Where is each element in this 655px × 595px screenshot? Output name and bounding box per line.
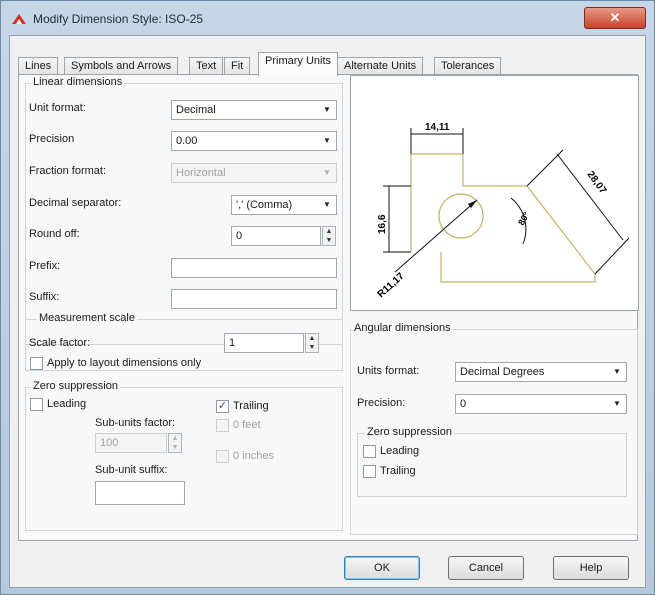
round-off-label: Round off: bbox=[29, 228, 80, 240]
unit-format-dropdown[interactable]: Decimal ▼ bbox=[171, 100, 337, 120]
units-format-label: Units format: bbox=[357, 365, 420, 377]
linear-dimensions-title: Linear dimensions bbox=[31, 76, 125, 88]
tab-lines[interactable]: Lines bbox=[18, 57, 59, 75]
spin-up-icon: ▲ bbox=[171, 435, 179, 442]
spin-down-icon: ▼ bbox=[171, 444, 179, 451]
angular-dimensions-title: Angular dimensions bbox=[352, 322, 453, 334]
zero-feet-checkbox[interactable] bbox=[216, 419, 229, 432]
help-button[interactable]: Help bbox=[553, 556, 629, 580]
units-format-dropdown[interactable]: Decimal Degrees ▼ bbox=[455, 362, 627, 382]
round-off-spinner[interactable]: ▲ ▼ bbox=[322, 226, 336, 246]
ext-line-right-bottom bbox=[594, 237, 630, 275]
chevron-down-icon: ▼ bbox=[323, 200, 331, 209]
spin-up-icon: ▲ bbox=[325, 228, 333, 235]
fraction-format-value: Horizontal bbox=[176, 167, 226, 179]
zero-suppression-title: Zero suppression bbox=[31, 380, 120, 392]
chevron-down-icon: ▼ bbox=[613, 367, 621, 376]
sub-unit-suffix-label: Sub-unit suffix: bbox=[95, 464, 168, 476]
dim-line-right bbox=[556, 153, 624, 241]
angular-trailing-checkbox[interactable] bbox=[363, 465, 376, 478]
dim-text-angle: 80° bbox=[516, 210, 532, 227]
angular-precision-value: 0 bbox=[460, 398, 467, 410]
zero-inches-label: 0 inches bbox=[233, 450, 274, 462]
dim-text-top: 14,11 bbox=[425, 122, 450, 133]
suffix-label: Suffix: bbox=[29, 291, 60, 303]
zero-feet-label: 0 feet bbox=[233, 419, 261, 431]
unit-format-value: Decimal bbox=[176, 104, 216, 116]
fraction-format-label: Fraction format: bbox=[29, 165, 107, 177]
angular-zero-suppression-title: Zero suppression bbox=[365, 426, 454, 438]
check-icon: ✓ bbox=[217, 400, 228, 412]
trailing-checkbox[interactable]: ✓ bbox=[216, 400, 229, 413]
tab-fit[interactable]: Fit bbox=[224, 57, 251, 75]
suffix-input[interactable] bbox=[171, 289, 337, 309]
radius-leader bbox=[394, 199, 478, 273]
angular-trailing-label: Trailing bbox=[380, 465, 416, 477]
leading-label: Leading bbox=[47, 398, 87, 410]
decimal-separator-value: ',' (Comma) bbox=[236, 199, 293, 211]
precision-dropdown[interactable]: 0.00 ▼ bbox=[171, 131, 337, 151]
tab-tolerances[interactable]: Tolerances bbox=[434, 57, 502, 75]
ok-button[interactable]: OK bbox=[344, 556, 420, 580]
leading-checkbox[interactable] bbox=[30, 398, 43, 411]
spin-down-icon: ▼ bbox=[308, 344, 316, 351]
angular-precision-label: Precision: bbox=[357, 397, 406, 409]
dim-text-right: 28,07 bbox=[585, 169, 609, 196]
preview-drawing: 14,11 16,6 28,07 80° R11,17 bbox=[376, 122, 630, 301]
tab-text[interactable]: Text bbox=[189, 57, 224, 75]
scale-factor-label: Scale factor: bbox=[29, 337, 91, 349]
prefix-label: Prefix: bbox=[29, 260, 61, 272]
units-format-value: Decimal Degrees bbox=[460, 366, 545, 378]
precision-label: Precision bbox=[29, 133, 75, 145]
precision-value: 0.00 bbox=[176, 135, 198, 147]
sub-units-factor-label: Sub-units factor: bbox=[95, 417, 176, 429]
sub-units-factor-value: 100 bbox=[100, 437, 119, 449]
measurement-scale-title: Measurement scale bbox=[37, 312, 137, 324]
tab-primary-units[interactable]: Primary Units bbox=[258, 52, 339, 76]
tab-symbols-and-arrows[interactable]: Symbols and Arrows bbox=[64, 57, 179, 75]
close-button[interactable]: ✕ bbox=[584, 7, 646, 29]
unit-format-label: Unit format: bbox=[29, 102, 86, 114]
sub-units-factor-spinner[interactable]: ▲ ▼ bbox=[168, 433, 182, 453]
apply-layout-checkbox[interactable] bbox=[30, 357, 43, 370]
autocad-icon bbox=[12, 14, 26, 24]
dialog-client: Lines Symbols and Arrows Text Fit Primar… bbox=[9, 35, 646, 588]
spin-up-icon: ▲ bbox=[308, 335, 316, 342]
fraction-format-dropdown[interactable]: Horizontal ▼ bbox=[171, 163, 337, 183]
scale-factor-input[interactable]: 1 bbox=[224, 333, 304, 353]
angular-precision-dropdown[interactable]: 0 ▼ bbox=[455, 394, 627, 414]
dim-text-left: 16,6 bbox=[377, 214, 388, 234]
chevron-down-icon: ▼ bbox=[323, 136, 331, 145]
dim-text-radius: R11,17 bbox=[376, 271, 407, 301]
tab-alternate-units[interactable]: Alternate Units bbox=[337, 57, 424, 75]
angular-leading-checkbox[interactable] bbox=[363, 445, 376, 458]
spin-down-icon: ▼ bbox=[325, 237, 333, 244]
angular-leading-label: Leading bbox=[380, 445, 420, 457]
zero-inches-checkbox[interactable] bbox=[216, 450, 229, 463]
dialog-window: Modify Dimension Style: ISO-25 ✕ Lines S… bbox=[0, 0, 655, 595]
apply-layout-label: Apply to layout dimensions only bbox=[47, 357, 202, 369]
round-off-input[interactable]: 0 bbox=[231, 226, 321, 246]
chevron-down-icon: ▼ bbox=[613, 399, 621, 408]
decimal-separator-label: Decimal separator: bbox=[29, 197, 122, 209]
title-bar[interactable]: Modify Dimension Style: ISO-25 ✕ bbox=[1, 1, 654, 35]
dimension-preview: 14,11 16,6 28,07 80° R11,17 bbox=[350, 75, 639, 311]
decimal-separator-dropdown[interactable]: ',' (Comma) ▼ bbox=[231, 195, 337, 215]
chevron-down-icon: ▼ bbox=[323, 168, 331, 177]
trailing-label: Trailing bbox=[233, 400, 269, 412]
chevron-down-icon: ▼ bbox=[323, 105, 331, 114]
window-title: Modify Dimension Style: ISO-25 bbox=[33, 12, 204, 26]
primary-units-panel: Linear dimensions Unit format: Decimal ▼… bbox=[18, 74, 639, 541]
round-off-value: 0 bbox=[236, 230, 243, 242]
prefix-input[interactable] bbox=[171, 258, 337, 278]
scale-factor-value: 1 bbox=[229, 337, 236, 349]
ext-line-right-top bbox=[526, 149, 564, 187]
sub-unit-suffix-input[interactable] bbox=[95, 481, 185, 505]
cancel-button[interactable]: Cancel bbox=[448, 556, 524, 580]
scale-factor-spinner[interactable]: ▲ ▼ bbox=[305, 333, 319, 353]
sub-units-factor-input[interactable]: 100 bbox=[95, 433, 167, 453]
